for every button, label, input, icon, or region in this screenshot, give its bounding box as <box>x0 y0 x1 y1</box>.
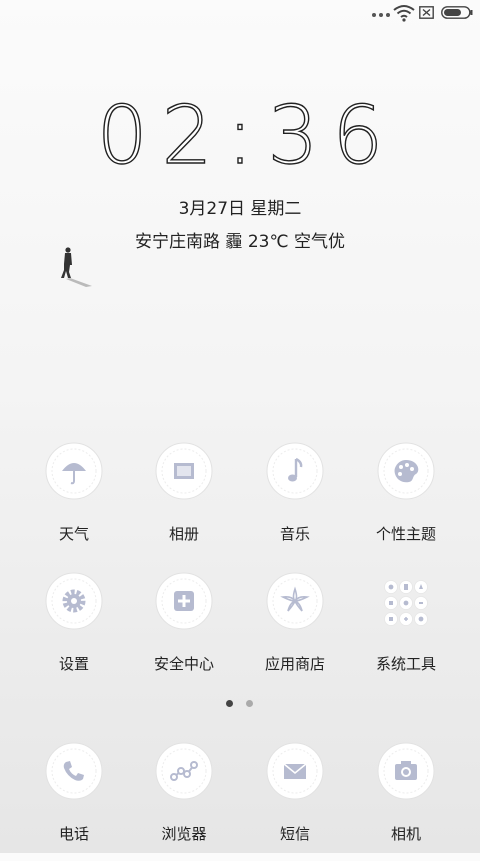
walking-person-illustration <box>61 247 92 287</box>
wifi-icon <box>393 5 415 22</box>
app-label: 电话 <box>58 825 89 843</box>
app-label: 短信 <box>279 825 310 843</box>
app-label: 天气 <box>58 525 89 543</box>
app-label: 系统工具 <box>375 655 436 673</box>
app-label: 浏览器 <box>161 825 207 843</box>
app-store[interactable]: 应用商店 <box>240 571 350 691</box>
lock-date: 3月27日 星期二 <box>178 199 302 219</box>
battery-icon <box>441 6 473 19</box>
page-dot <box>246 700 253 707</box>
page-indicator <box>226 700 253 707</box>
status-bar <box>0 0 480 28</box>
browser-icon <box>155 742 213 800</box>
app-label: 音乐 <box>279 525 310 543</box>
page-dot-active <box>226 700 233 707</box>
app-weather[interactable]: 天气 <box>19 441 129 561</box>
dock-phone[interactable]: 电话 <box>19 741 129 861</box>
tools-grid-icon <box>384 580 428 626</box>
dock-messages[interactable]: 短信 <box>240 741 350 861</box>
app-label: 相册 <box>168 525 199 543</box>
dock-camera[interactable]: 相机 <box>351 741 461 861</box>
dock-browser[interactable]: 浏览器 <box>129 741 239 861</box>
clock-time: 02:36 <box>96 89 398 182</box>
more-notifications-icon <box>372 13 390 17</box>
picture-frame-icon <box>155 442 213 500</box>
app-label: 设置 <box>58 655 89 673</box>
app-label: 个性主题 <box>375 525 436 543</box>
shield-plus-icon <box>155 572 213 630</box>
app-label: 应用商店 <box>264 655 325 673</box>
flower-star-icon <box>266 572 324 630</box>
umbrella-icon <box>45 442 103 500</box>
app-music[interactable]: 音乐 <box>240 441 350 561</box>
gear-icon <box>45 572 103 630</box>
music-note-icon <box>266 442 324 500</box>
app-label: 安全中心 <box>153 655 214 673</box>
palette-icon <box>377 442 435 500</box>
envelope-icon <box>266 742 324 800</box>
app-label: 相机 <box>390 825 421 843</box>
app-security-center[interactable]: 安全中心 <box>129 571 239 691</box>
app-system-tools[interactable]: 系统工具 <box>351 571 461 691</box>
app-themes[interactable]: 个性主题 <box>351 441 461 561</box>
app-gallery[interactable]: 相册 <box>129 441 239 561</box>
sim-disabled-icon <box>419 6 434 19</box>
phone-icon <box>45 742 103 800</box>
lock-clock: 02:36 <box>0 89 480 182</box>
app-settings[interactable]: 设置 <box>19 571 129 691</box>
camera-icon <box>377 742 435 800</box>
